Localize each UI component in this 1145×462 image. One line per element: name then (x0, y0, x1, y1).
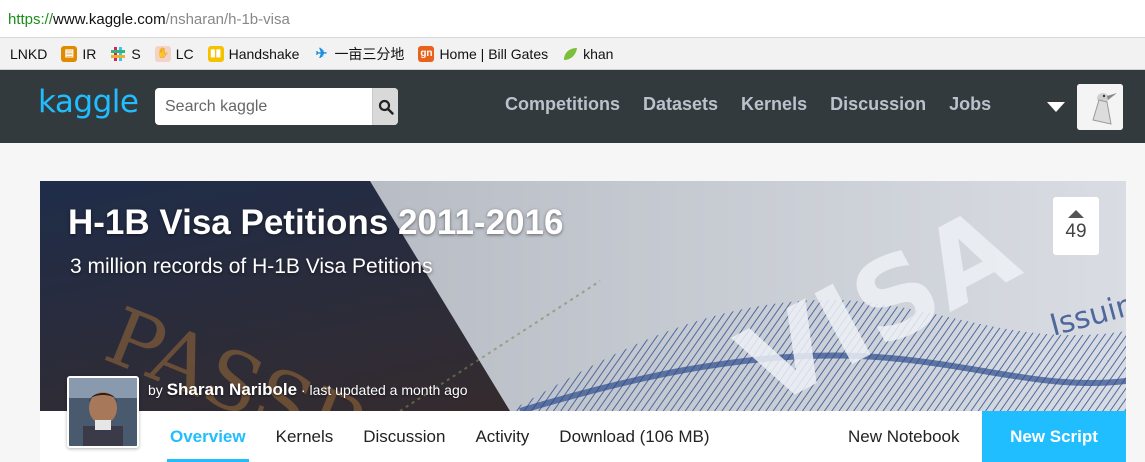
leaf-icon (562, 46, 578, 62)
bookmark-s[interactable]: S (110, 46, 141, 62)
owner-avatar[interactable] (67, 376, 139, 448)
upvote-button[interactable]: 49 (1053, 197, 1099, 255)
slack-icon (110, 46, 126, 62)
dataset-banner: VISA Issuin PASSP H-1B Visa Petitions 20… (40, 181, 1126, 411)
dataset-tabs: Overview Kernels Discussion Activity Dow… (167, 427, 710, 462)
kaggle-logo[interactable]: kaggle (38, 84, 139, 120)
nav-discussion[interactable]: Discussion (830, 94, 926, 115)
dataset-title: H-1B Visa Petitions 2011-2016 (68, 203, 564, 242)
tab-discussion[interactable]: Discussion (363, 427, 445, 447)
bird-icon: ✈ (315, 45, 328, 61)
bookmark-ir[interactable]: ▤ IR (61, 45, 96, 62)
search-input[interactable] (155, 88, 372, 125)
nav-datasets[interactable]: Datasets (643, 94, 718, 115)
nav-jobs[interactable]: Jobs (949, 94, 991, 115)
tab-download[interactable]: Download (106 MB) (559, 427, 709, 447)
chevron-down-icon[interactable] (1047, 102, 1065, 112)
handshake-icon: ▮▮ (207, 45, 224, 62)
kaggle-header: kaggle Competitions Datasets Kernels Dis… (0, 70, 1145, 143)
vote-count: 49 (1065, 220, 1087, 242)
dataset-byline: by Sharan Naribole · last updated a mont… (148, 380, 468, 399)
nav-competitions[interactable]: Competitions (505, 94, 620, 115)
bookmark-1point3acres[interactable]: ✈ 一亩三分地 (313, 44, 405, 64)
bookmarks-bar: LNKD ▤ IR S ✋ LC ▮▮ Handshake ✈ 一亩三分地 gn… (0, 38, 1145, 70)
url-bar[interactable]: https://www.kaggle.com/nsharan/h-1b-visa (0, 0, 1145, 38)
dataset-tabs-bar: Overview Kernels Discussion Activity Dow… (40, 411, 1126, 462)
new-script-button[interactable]: New Script (982, 411, 1126, 462)
tab-kernels[interactable]: Kernels (276, 427, 334, 447)
upvote-arrow-icon (1068, 209, 1084, 218)
search-button[interactable] (372, 88, 398, 125)
author-link[interactable]: Sharan Naribole (167, 380, 297, 399)
url-text[interactable]: https://www.kaggle.com/nsharan/h-1b-visa (8, 11, 290, 28)
building-icon: ▤ (61, 45, 78, 62)
bookmark-khan[interactable]: khan (562, 46, 613, 62)
gn-icon: gn (418, 45, 435, 62)
bookmark-lnkd[interactable]: LNKD (10, 46, 47, 62)
search-icon (378, 99, 394, 115)
bookmark-lc[interactable]: ✋ LC (154, 45, 194, 62)
hand-icon: ✋ (154, 45, 171, 62)
bookmark-gatesnotes[interactable]: gn Home | Bill Gates (418, 45, 548, 62)
bookmark-handshake[interactable]: ▮▮ Handshake (207, 45, 299, 62)
dataset-subtitle: 3 million records of H-1B Visa Petitions (70, 255, 433, 278)
nav-kernels[interactable]: Kernels (741, 94, 807, 115)
tab-activity[interactable]: Activity (475, 427, 529, 447)
search-box (155, 88, 398, 125)
main-nav: Competitions Datasets Kernels Discussion… (505, 94, 991, 115)
user-avatar[interactable] (1077, 84, 1123, 130)
new-notebook-button[interactable]: New Notebook (848, 427, 960, 447)
tab-overview[interactable]: Overview (167, 427, 249, 462)
